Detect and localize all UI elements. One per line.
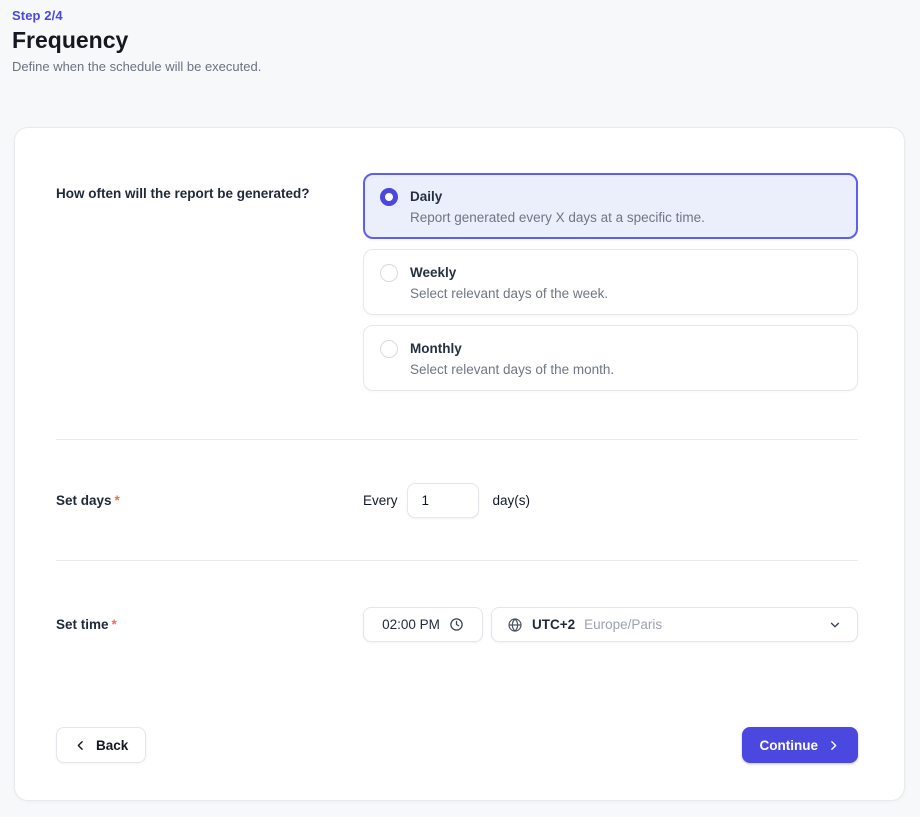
globe-icon [507, 617, 523, 633]
set-time-label: Set time* [56, 617, 363, 632]
radio-daily-checked[interactable] [380, 188, 398, 206]
section-divider [56, 560, 858, 561]
option-monthly-description: Select relevant days of the month. [410, 362, 614, 377]
option-monthly[interactable]: Monthly Select relevant days of the mont… [363, 325, 858, 391]
timezone-select[interactable]: UTC+2 Europe/Paris [491, 607, 858, 642]
chevron-right-icon [827, 739, 840, 752]
every-prefix-label: Every [363, 493, 398, 508]
back-button-label: Back [96, 738, 128, 753]
option-weekly[interactable]: Weekly Select relevant days of the week. [363, 249, 858, 315]
required-asterisk: * [112, 617, 117, 632]
option-weekly-description: Select relevant days of the week. [410, 286, 608, 301]
frequency-section: How often will the report be generated? … [56, 173, 858, 391]
option-monthly-label: Monthly [410, 339, 614, 356]
set-time-label-text: Set time [56, 617, 109, 632]
option-daily[interactable]: Daily Report generated every X days at a… [363, 173, 858, 239]
set-days-label-text: Set days [56, 493, 112, 508]
set-days-label: Set days* [56, 493, 363, 508]
page-title: Frequency [12, 27, 920, 54]
back-button[interactable]: Back [56, 727, 146, 763]
set-days-section: Set days* Every day(s) [56, 483, 858, 518]
chevron-down-icon [828, 618, 842, 632]
required-asterisk: * [115, 493, 120, 508]
frequency-form-card: How often will the report be generated? … [14, 127, 905, 801]
continue-button-label: Continue [760, 738, 819, 753]
set-time-section: Set time* 02:00 PM UTC+2 Europe/Paris [56, 607, 858, 642]
wizard-footer: Back Continue [56, 727, 858, 763]
timezone-offset: UTC+2 [532, 617, 575, 632]
page-subtitle: Define when the schedule will be execute… [12, 59, 920, 74]
step-indicator: Step 2/4 [12, 8, 920, 23]
days-interval-input[interactable] [407, 483, 479, 518]
clock-icon [449, 617, 464, 632]
radio-monthly-unchecked[interactable] [380, 340, 398, 358]
chevron-left-icon [74, 739, 87, 752]
continue-button[interactable]: Continue [742, 727, 859, 763]
time-picker-input[interactable]: 02:00 PM [363, 607, 483, 642]
radio-weekly-unchecked[interactable] [380, 264, 398, 282]
frequency-options-group: Daily Report generated every X days at a… [363, 173, 858, 391]
frequency-question-label: How often will the report be generated? [56, 173, 363, 391]
option-daily-label: Daily [410, 187, 705, 204]
days-suffix-label: day(s) [493, 493, 531, 508]
option-weekly-label: Weekly [410, 263, 608, 280]
option-daily-description: Report generated every X days at a speci… [410, 210, 705, 225]
section-divider [56, 439, 858, 440]
time-value: 02:00 PM [382, 617, 440, 632]
timezone-name: Europe/Paris [584, 617, 662, 632]
wizard-header: Step 2/4 Frequency Define when the sched… [0, 0, 920, 74]
